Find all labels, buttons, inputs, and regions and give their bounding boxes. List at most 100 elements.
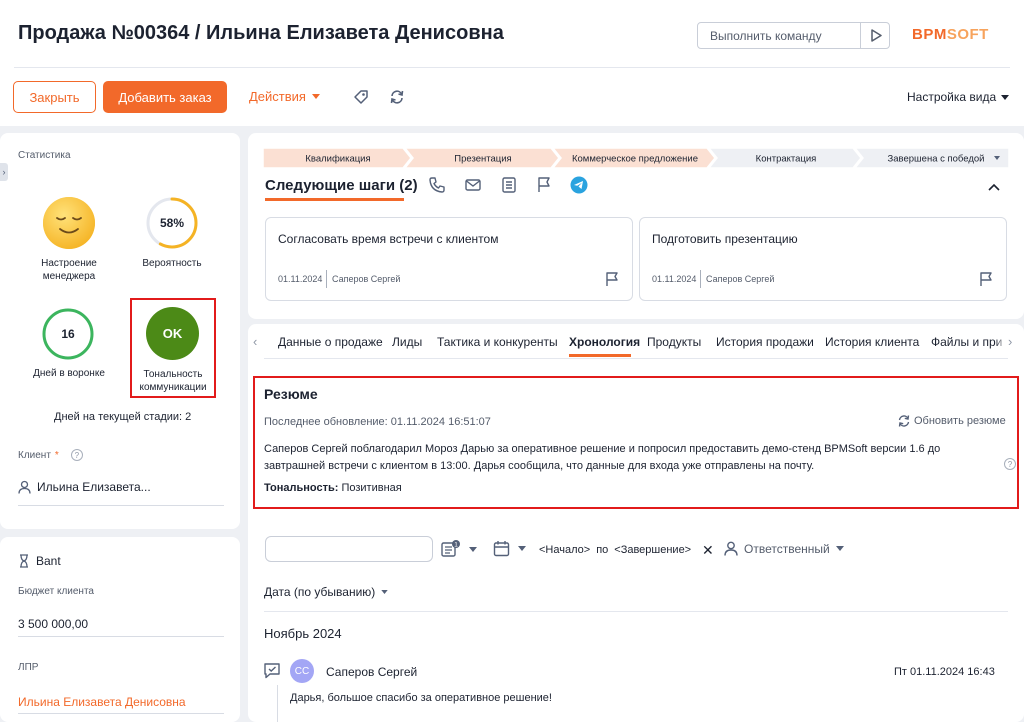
client-field[interactable]: Ильина Елизавета... [18,480,151,494]
chevron-down-icon [381,590,388,594]
date-range[interactable]: <Начало> по <Завершение> [539,544,691,556]
task-list-icon[interactable] [500,176,518,194]
tab-tactics[interactable]: Тактика и конкуренты [437,335,558,349]
run-command-button[interactable] [861,23,890,48]
probability-caption: Вероятность [142,258,202,269]
command-placeholder: Выполнить команду [710,29,822,43]
tabs-scroll-left-icon[interactable]: ‹ [253,334,257,349]
client-value: Ильина Елизавета... [37,480,151,494]
refresh-resume-button[interactable]: Обновить резюме [897,414,1006,428]
budget-field[interactable]: 3 500 000,00 [18,617,88,631]
resume-tone-label: Тональность: [264,482,339,494]
tag-icon[interactable] [352,88,370,106]
lpr-link[interactable]: Ильина Елизавета Денисовна [18,695,186,709]
resume-title: Резюме [264,386,318,402]
budget-underline [18,636,224,637]
sort-divider [264,611,1008,612]
command-input[interactable]: Выполнить команду [697,22,890,49]
tab-client-history[interactable]: История клиента [825,335,919,349]
user-icon [18,480,31,494]
resume-tone: Тональность: Позитивная [264,482,402,494]
actions-menu[interactable]: Действия [249,89,320,104]
chevron-down-icon [1001,94,1010,100]
client-label: Клиент * ? [18,449,83,461]
resume-tone-value: Позитивная [341,482,402,494]
task-card[interactable]: Согласовать время встречи с клиентом 01.… [265,217,633,301]
sync-icon[interactable] [388,88,406,106]
close-button[interactable]: Закрыть [13,81,96,113]
required-mark: * [54,449,59,461]
hourglass-icon [20,554,28,568]
tab-chronology[interactable]: Хронология [569,335,640,349]
tabs-divider [264,358,1008,359]
mood-caption: Настроение менеджера [41,258,97,282]
responsible-filter[interactable]: Ответственный [724,541,844,556]
actions-label: Действия [249,89,306,104]
entry-author[interactable]: Саперов Сергей [326,665,417,679]
flag-icon[interactable] [535,176,553,194]
flag-icon[interactable] [978,271,994,287]
clear-date-icon[interactable]: ✕ [702,542,714,559]
flag-icon[interactable] [604,271,620,287]
stage-label: Квалификация [305,154,370,165]
email-icon[interactable] [464,176,482,194]
entry-type-filter[interactable]: 1 [441,540,477,558]
task-card[interactable]: Подготовить презентацию 01.11.2024 Сапер… [639,217,1007,301]
help-icon[interactable]: ? [1004,458,1016,470]
task-divider [326,270,327,288]
collapse-panel-button[interactable]: › [0,163,8,181]
task-divider [700,270,701,288]
telegram-icon[interactable] [570,176,588,194]
tabs-scroll-right-icon[interactable]: › [1008,334,1012,349]
task-owner: Саперов Сергей [332,274,401,284]
chat-icon [264,663,280,679]
chevron-down-icon [311,94,320,99]
entry-text: Дарья, большое спасибо за оперативное ре… [290,692,552,704]
days-in-funnel-caption: Дней в воронке [33,368,105,379]
refresh-resume-label: Обновить резюме [914,415,1006,427]
filter-badge: 1 [454,541,458,548]
bant-title-text: Bant [36,554,61,568]
next-steps-underline [265,198,404,201]
chevron-up-icon[interactable] [986,180,1002,196]
phone-icon[interactable] [428,176,446,194]
month-header: Ноябрь 2024 [264,626,342,641]
client-underline [18,505,224,506]
chevron-down-icon [835,546,844,551]
tab-sale-history[interactable]: История продажи [716,335,814,349]
avatar[interactable]: СС [290,659,314,683]
client-label-text: Клиент [18,449,51,461]
tab-products[interactable]: Продукты [647,335,701,349]
add-order-button[interactable]: Добавить заказ [103,81,227,113]
chevron-right-icon: › [2,167,6,177]
stage-label: Презентация [454,154,511,165]
tab-sale-data[interactable]: Данные о продаже [278,335,383,349]
tab-leads[interactable]: Лиды [392,335,422,349]
refresh-icon [898,415,910,427]
responsible-label: Ответственный [744,541,830,556]
logo-part-2: SOFT [946,26,989,43]
stage-label: Контрактация [756,154,817,165]
sort-selector[interactable]: Дата (по убыванию) [264,585,388,599]
date-separator: по [596,544,609,556]
stage-label: Завершена с победой [888,154,985,165]
calendar-icon [493,541,510,557]
date-filter[interactable] [493,540,526,557]
page-title: Продажа №00364 / Ильина Елизавета Денисо… [18,22,504,44]
logo-part-1: BPM [912,26,947,43]
mood-face-icon [43,197,95,249]
entry-type-icon: 1 [441,540,460,557]
bant-title: Bant [18,554,61,568]
play-icon [870,29,882,42]
timeline-search-input[interactable] [265,536,433,562]
next-steps-title[interactable]: Следующие шаги (2) [265,177,418,194]
help-icon[interactable]: ? [70,449,83,461]
active-tab-underline [569,354,631,357]
statistics-label: Статистика [18,150,71,161]
tab-files[interactable]: Файлы и при [931,335,1002,349]
view-settings-label: Настройка вида [907,90,997,104]
stage-days: Дней на текущей стадии: 2 [54,411,192,423]
task-date: 01.11.2024 [652,274,697,284]
timeline-line [277,685,278,722]
view-settings-menu[interactable]: Настройка вида [907,90,1010,104]
